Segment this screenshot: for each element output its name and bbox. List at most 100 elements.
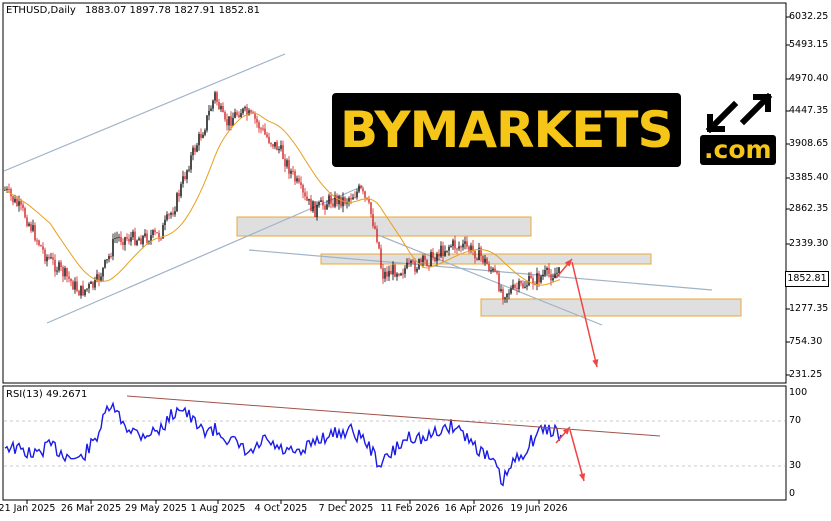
candle-body [118, 236, 120, 238]
candle-body [480, 247, 482, 256]
candle-body [498, 273, 500, 292]
candle-body [322, 200, 324, 206]
candle-body [438, 254, 440, 257]
rsi-pane-frame [2, 385, 787, 501]
candle-body [406, 262, 408, 269]
candle-body [220, 106, 222, 110]
ohlc-label: 1883.07 1897.78 1827.91 1852.81 [84, 5, 260, 16]
candle-body [344, 197, 346, 204]
candle-body [538, 273, 540, 283]
main-pane-frame [2, 2, 787, 384]
candle-body [170, 212, 172, 215]
candle-body [374, 226, 376, 229]
candle-body [494, 268, 496, 272]
candle-body [444, 251, 446, 256]
price-zone [320, 253, 652, 265]
candle-body [6, 188, 8, 190]
candle-body [510, 288, 512, 294]
candle-body [450, 246, 452, 248]
candle-body [420, 259, 422, 263]
candle-body [114, 238, 116, 239]
price-zone [480, 298, 742, 317]
candle-body [536, 273, 538, 285]
candle-body [542, 274, 544, 277]
candle-body [40, 245, 42, 247]
candle-body [78, 290, 80, 296]
candle-body [378, 242, 380, 249]
candle-body [350, 198, 352, 200]
candle-body [348, 198, 350, 202]
candle-body [186, 170, 188, 180]
candle-body [136, 240, 138, 245]
candle-body [22, 204, 24, 209]
candle-body [394, 265, 396, 277]
candle-body [42, 246, 44, 250]
candle-body [168, 214, 170, 216]
candle-body [8, 188, 10, 190]
candle-body [476, 258, 478, 261]
candle-body [80, 285, 82, 296]
candle-body [106, 259, 108, 261]
candle-body [546, 268, 548, 270]
candle-body [530, 275, 532, 279]
candle-body [370, 202, 372, 214]
candle-body [84, 289, 86, 296]
candle-body [66, 268, 68, 277]
candle-body [184, 176, 186, 179]
candle-body [454, 240, 456, 249]
candle-body [488, 264, 490, 271]
candle-body [280, 145, 282, 149]
candle-body [548, 268, 550, 275]
candle-body [352, 197, 354, 200]
candle-body [190, 155, 192, 170]
candle-body [504, 297, 506, 299]
candle-body [130, 237, 132, 242]
candle-body [300, 182, 302, 186]
candle-body [266, 134, 268, 137]
price-tick-label: 2862.35 [789, 203, 829, 214]
candle-body [46, 256, 48, 262]
candle-body [224, 112, 226, 120]
candle-body [138, 238, 140, 241]
rsi-line [4, 401, 562, 487]
candle-body [104, 259, 106, 268]
rsi-level-30: 30 [789, 460, 802, 471]
candle-body [432, 252, 434, 258]
candle-body [188, 169, 190, 171]
candle-body [96, 274, 98, 280]
candle-body [496, 271, 498, 274]
candle-body [328, 195, 330, 205]
candle-body [124, 237, 126, 245]
time-tick-label: 16 Apr 2026 [444, 503, 504, 514]
candle-body [196, 145, 198, 152]
candle-body [226, 119, 228, 126]
price-tick-label: 231.25 [789, 369, 823, 380]
symbol-label: ETHUSD,Daily [6, 5, 76, 16]
candle-body [490, 270, 492, 272]
candle-body [362, 188, 364, 192]
candle-body [292, 170, 294, 172]
candle-body [296, 178, 298, 182]
candle-body [368, 199, 370, 203]
candle-body [466, 241, 468, 247]
candle-body [452, 240, 454, 247]
candle-body [256, 118, 258, 123]
candle-body [338, 196, 340, 205]
candle-body [204, 130, 206, 135]
candle-body [356, 191, 358, 198]
candle-body [94, 279, 96, 288]
candle-body [456, 248, 458, 250]
time-tick-label: 1 Aug 2025 [190, 503, 246, 514]
candle-body [116, 237, 118, 239]
chart-root: ETHUSD,Daily 1883.07 1897.78 1827.91 185… [0, 0, 831, 521]
candle-body [312, 201, 314, 212]
price-tick-label: 3908.65 [789, 138, 829, 149]
candle-body [386, 271, 388, 277]
candle-body [342, 197, 344, 207]
time-tick-label: 7 Dec 2025 [318, 503, 374, 514]
candle-body [282, 145, 284, 159]
price-tick-label: 1277.35 [789, 303, 829, 314]
price-chart[interactable] [0, 0, 831, 521]
candle-body [274, 142, 276, 147]
candle-body [308, 198, 310, 201]
